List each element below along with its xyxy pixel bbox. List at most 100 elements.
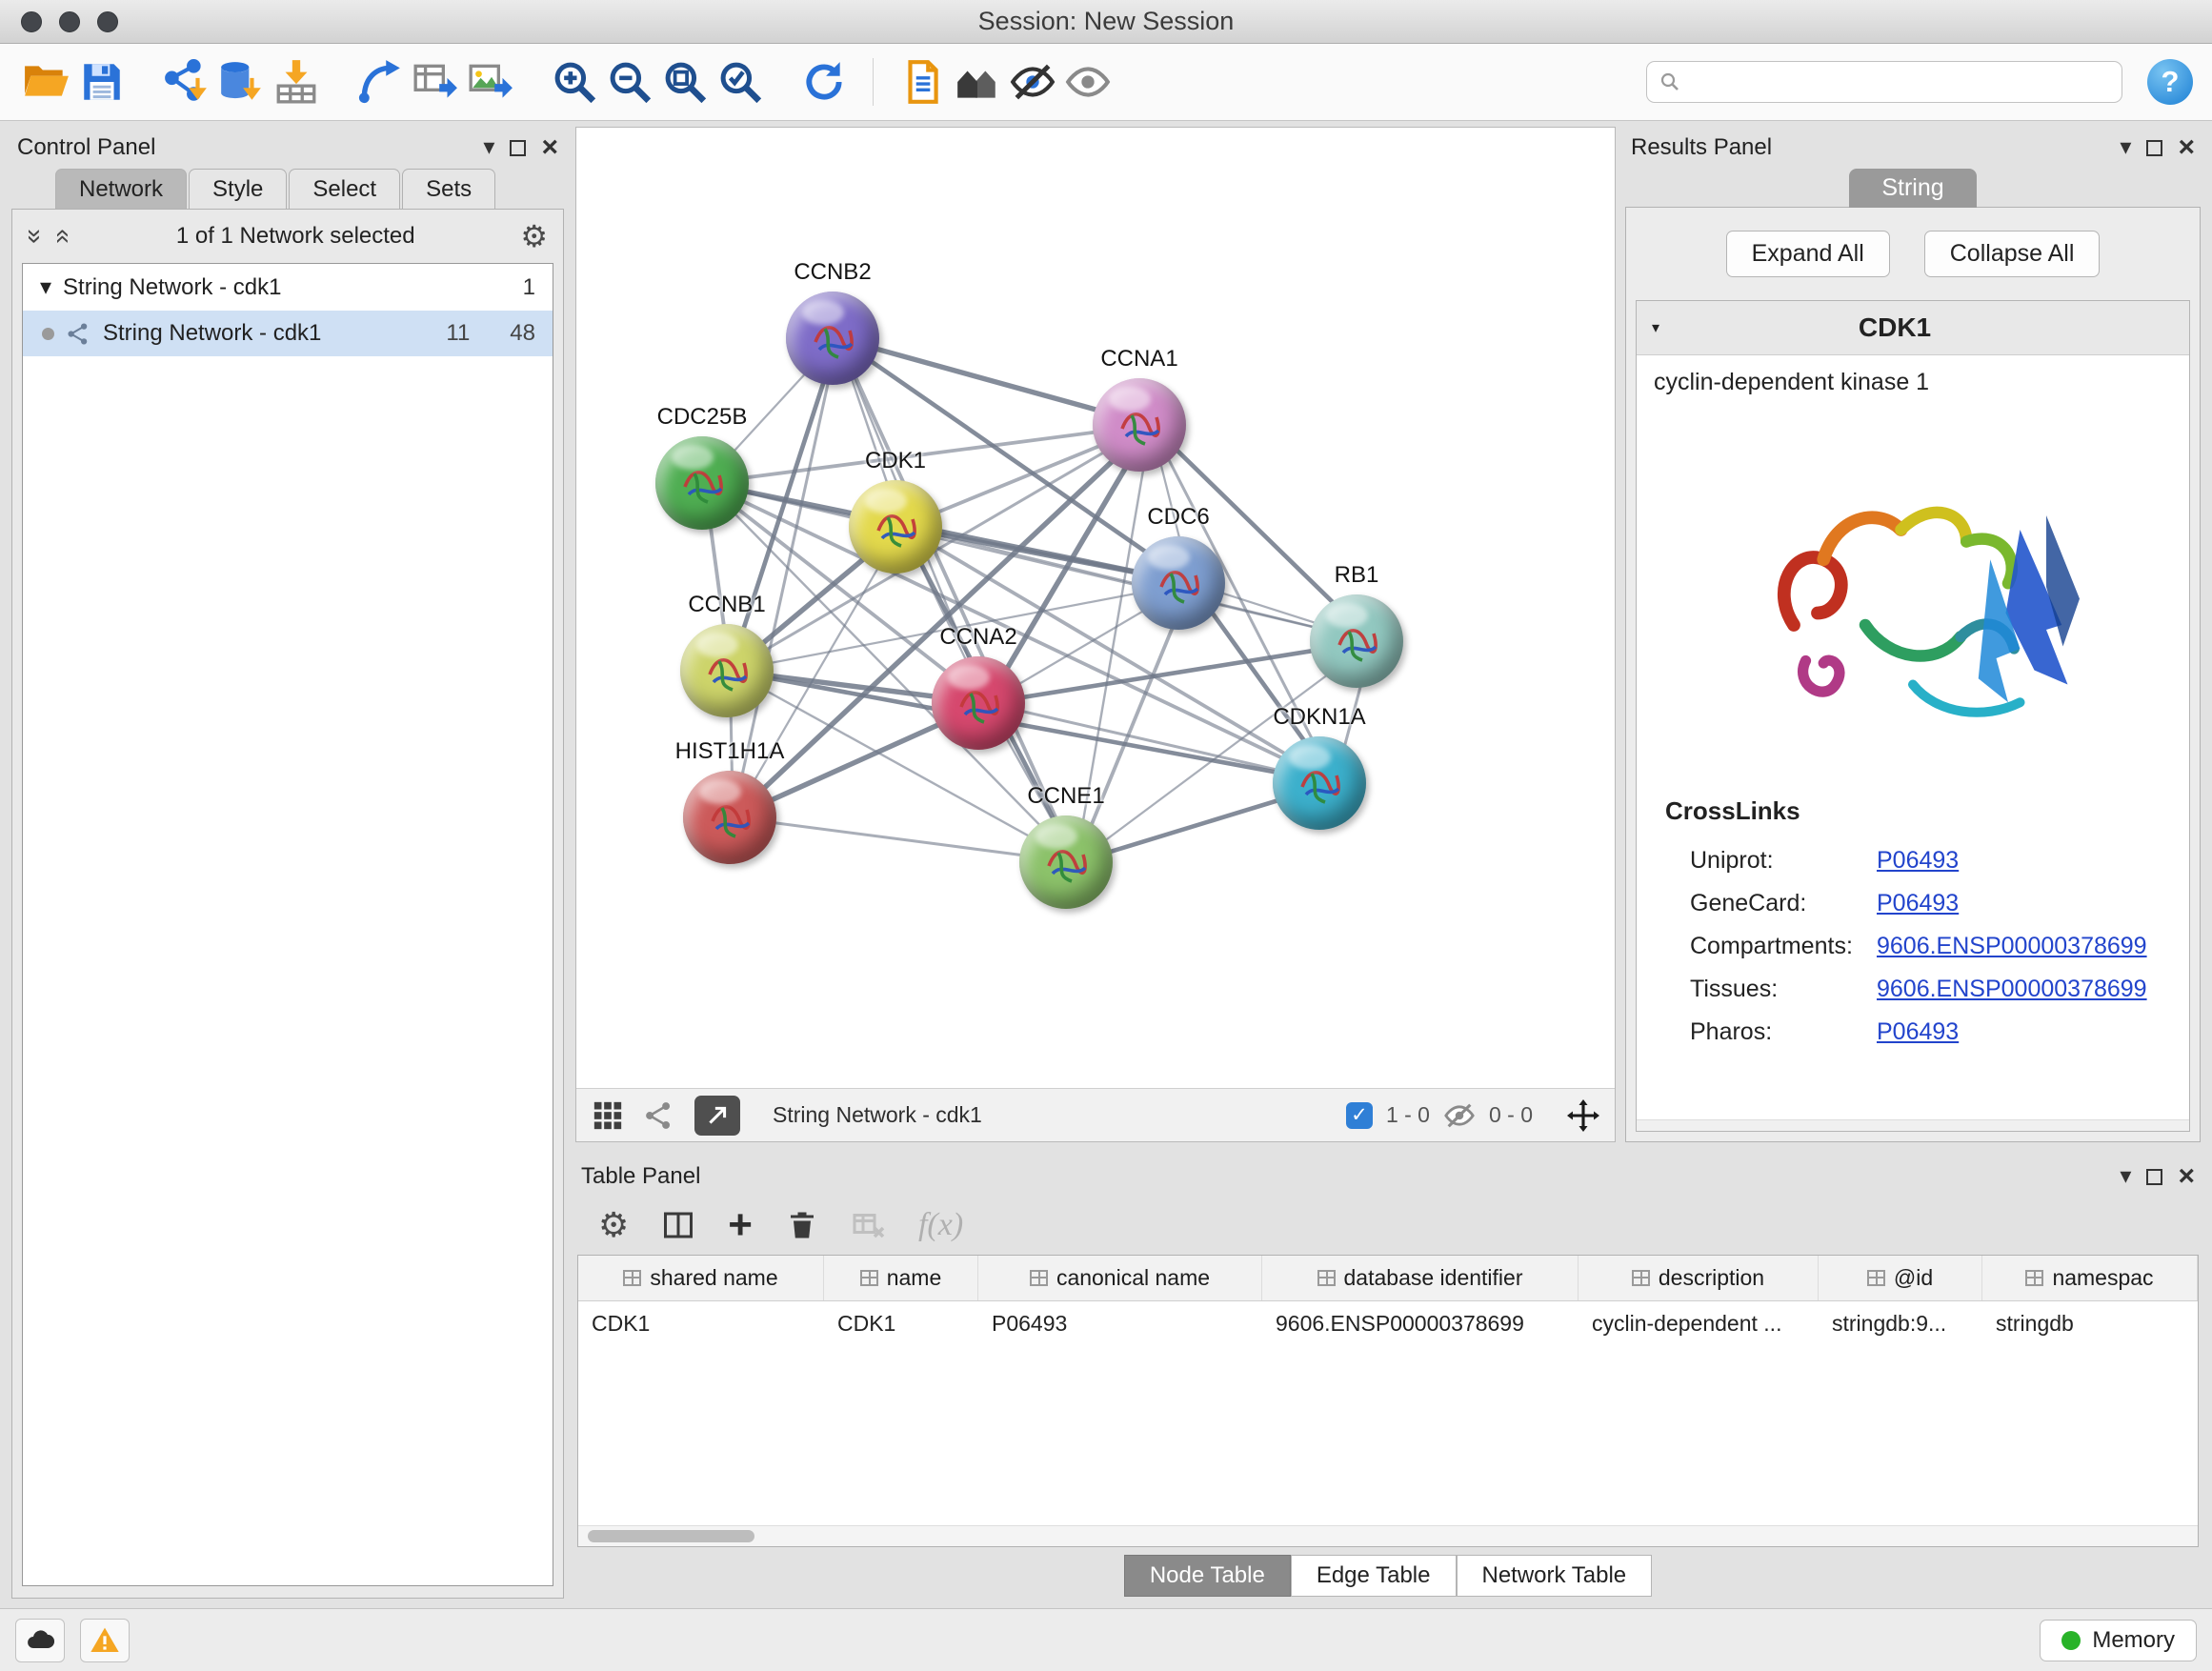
zoom-in-button[interactable]: [547, 54, 602, 110]
delete-column-trash-icon[interactable]: [785, 1208, 819, 1242]
close-window-button[interactable]: [21, 11, 42, 32]
results-scrollbar[interactable]: [1637, 1119, 2189, 1131]
crosslink-link[interactable]: P06493: [1877, 890, 1959, 917]
tab-string[interactable]: String: [1849, 169, 1976, 208]
search-input[interactable]: [1689, 70, 2110, 95]
export-image-button[interactable]: [463, 54, 518, 110]
column-header-namespac[interactable]: namespac: [1982, 1256, 2198, 1300]
tab-network-table[interactable]: Network Table: [1457, 1555, 1653, 1597]
import-network-file-button[interactable]: [158, 54, 213, 110]
crosslink-label: Compartments:: [1690, 933, 1877, 960]
crosslink-link[interactable]: 9606.ENSP00000378699: [1877, 976, 2147, 1003]
memory-button[interactable]: Memory: [2040, 1620, 2197, 1661]
node-cdkn1a[interactable]: [1273, 736, 1366, 830]
node-hist1h1a[interactable]: [683, 771, 776, 864]
tab-sets[interactable]: Sets: [402, 169, 495, 210]
column-header-shared-name[interactable]: shared name: [578, 1256, 824, 1300]
copy-document-button[interactable]: [895, 54, 950, 110]
expander-icon[interactable]: ▾: [40, 273, 51, 301]
table-cell[interactable]: CDK1: [824, 1301, 978, 1346]
tab-edge-table[interactable]: Edge Table: [1291, 1555, 1457, 1597]
node-ccna1[interactable]: [1093, 378, 1186, 472]
crosslink-link[interactable]: P06493: [1877, 1018, 1959, 1046]
column-header-description[interactable]: description: [1579, 1256, 1819, 1300]
scrollbar-thumb[interactable]: [588, 1530, 754, 1542]
pan-crosshair-icon[interactable]: [1567, 1099, 1599, 1132]
table-cell[interactable]: CDK1: [578, 1301, 824, 1346]
zoom-fit-button[interactable]: [657, 54, 713, 110]
zoom-selected-button[interactable]: [713, 54, 768, 110]
network-row-selected[interactable]: String Network - cdk1 11 48: [23, 311, 553, 356]
table-cell[interactable]: cyclin-dependent ...: [1579, 1301, 1819, 1346]
node-rb1[interactable]: [1310, 594, 1403, 688]
column-header-name[interactable]: name: [824, 1256, 978, 1300]
crosslink-link[interactable]: P06493: [1877, 847, 1959, 875]
hide-selected-button[interactable]: [1005, 54, 1060, 110]
export-table-button[interactable]: [408, 54, 463, 110]
table-cell[interactable]: stringdb:9...: [1819, 1301, 1982, 1346]
columns-icon[interactable]: [661, 1208, 695, 1242]
collection-label: String Network - cdk1: [63, 274, 281, 301]
column-header-database-identifier[interactable]: database identifier: [1262, 1256, 1579, 1300]
show-all-button[interactable]: [1060, 54, 1116, 110]
table-cell[interactable]: 9606.ENSP00000378699: [1262, 1301, 1579, 1346]
export-network-button[interactable]: [352, 54, 408, 110]
tab-node-table[interactable]: Node Table: [1124, 1555, 1291, 1597]
selected-checkbox-icon[interactable]: ✓: [1346, 1102, 1373, 1129]
node-ccnb2[interactable]: [786, 292, 879, 385]
share-network-icon[interactable]: [643, 1099, 675, 1132]
zoom-out-button[interactable]: [602, 54, 657, 110]
import-table-button[interactable]: [269, 54, 324, 110]
panel-close-icon[interactable]: ×: [2178, 1162, 2195, 1191]
table-settings-gear-icon[interactable]: ⚙: [598, 1208, 629, 1242]
gear-icon[interactable]: ⚙: [520, 221, 548, 252]
table-horizontal-scrollbar[interactable]: [578, 1525, 2198, 1546]
save-session-button[interactable]: [74, 54, 130, 110]
node-cdc6[interactable]: [1132, 536, 1225, 630]
tab-select[interactable]: Select: [289, 169, 400, 210]
minimize-window-button[interactable]: [59, 11, 80, 32]
string-home-button[interactable]: [950, 54, 1005, 110]
panel-close-icon[interactable]: ×: [541, 133, 558, 162]
zoom-window-button[interactable]: [97, 11, 118, 32]
open-external-button[interactable]: [694, 1096, 740, 1136]
cloud-status-button[interactable]: [15, 1619, 65, 1662]
hidden-eye-slash-icon[interactable]: [1443, 1099, 1476, 1132]
warnings-button[interactable]: [80, 1619, 130, 1662]
node-ccnb1[interactable]: [680, 624, 774, 717]
table-cell[interactable]: P06493: [978, 1301, 1262, 1346]
column-header--id[interactable]: @id: [1819, 1256, 1982, 1300]
column-header-canonical-name[interactable]: canonical name: [978, 1256, 1262, 1300]
apply-layout-button[interactable]: [796, 54, 852, 110]
network-collection-row[interactable]: ▾ String Network - cdk1 1: [23, 264, 553, 311]
expand-all-button[interactable]: Expand All: [1726, 231, 1890, 277]
help-button[interactable]: ?: [2147, 59, 2193, 105]
table-cell[interactable]: stringdb: [1982, 1301, 2198, 1346]
open-session-button[interactable]: [19, 54, 74, 110]
expand-all-icon[interactable]: «: [50, 229, 76, 244]
collapse-all-button[interactable]: Collapse All: [1924, 231, 2101, 277]
control-panel-tabs: NetworkStyleSelectSets: [55, 169, 564, 210]
node-cdc25b[interactable]: [655, 436, 749, 530]
panel-menu-icon[interactable]: ▾: [2120, 1165, 2131, 1188]
collapse-all-icon[interactable]: »: [22, 229, 49, 244]
add-column-icon[interactable]: +: [728, 1208, 753, 1241]
panel-menu-icon[interactable]: ▾: [2120, 136, 2131, 159]
network-graph[interactable]: CDK1CCNB1CCNB2CCNA1CCNA2CCNE1CDC25BCDC6R…: [576, 128, 1615, 1088]
import-network-database-button[interactable]: [213, 54, 269, 110]
gene-expander-icon[interactable]: ▾: [1652, 318, 1659, 337]
panel-menu-icon[interactable]: ▾: [483, 136, 494, 159]
birdseye-grid-icon[interactable]: [592, 1099, 624, 1132]
tab-network[interactable]: Network: [55, 169, 187, 210]
node-ccna2[interactable]: [932, 656, 1025, 750]
panel-close-icon[interactable]: ×: [2178, 133, 2195, 162]
panel-float-icon[interactable]: [510, 140, 526, 156]
search-box[interactable]: [1646, 61, 2122, 103]
panel-float-icon[interactable]: [2146, 140, 2162, 156]
crosslink-link[interactable]: 9606.ENSP00000378699: [1877, 933, 2147, 960]
node-ccne1[interactable]: [1019, 815, 1113, 909]
tab-style[interactable]: Style: [189, 169, 287, 210]
panel-float-icon[interactable]: [2146, 1169, 2162, 1185]
table-row[interactable]: CDK1CDK1P064939606.ENSP00000378699cyclin…: [578, 1301, 2198, 1346]
node-cdk1[interactable]: [849, 480, 942, 574]
